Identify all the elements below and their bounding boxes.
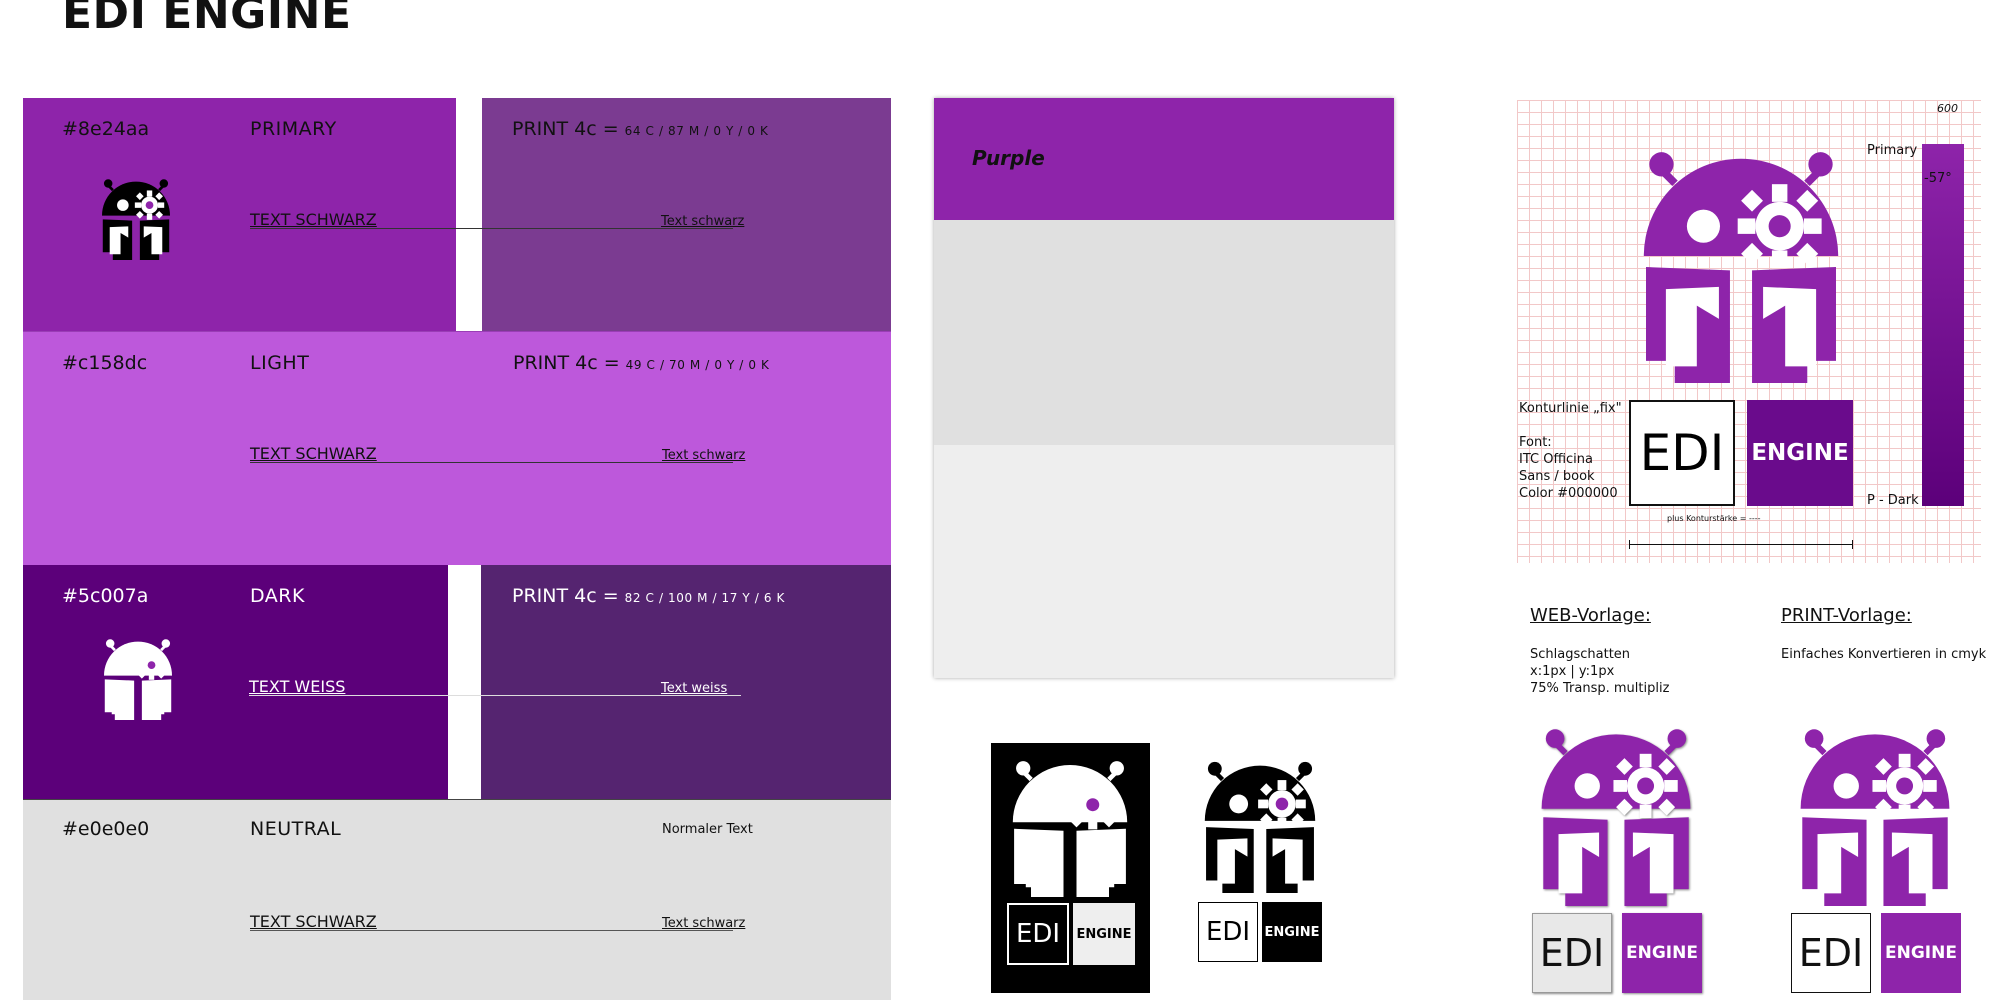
web-logo-engine-box: ENGINE	[1622, 913, 1702, 993]
font-line-3: Color #000000	[1519, 486, 1618, 501]
dark-text-small: Text weiss	[661, 681, 728, 696]
spec-grid-panel: 600 .hole{fill:#fff}.core{fill:#8e24aa} …	[1517, 100, 1981, 563]
robot-reader-logo-icon: .hole{fill:#fff}.core{fill:#8e24aa}	[1627, 140, 1855, 383]
primary-text-small: Text schwarz	[661, 214, 745, 229]
swatch-row-primary: #8e24aa PRIMARY PRINT 4c = 64 C / 87 M /…	[23, 98, 891, 331]
logo-engine-box: ENGINE	[1073, 903, 1135, 965]
primary-print: PRINT 4c = 64 C / 87 M / 0 Y / 0 K	[512, 118, 769, 142]
dark-print: PRINT 4c = 82 C / 100 M / 17 Y / 6 K	[512, 585, 785, 609]
page-title: EDI ENGINE	[62, 0, 352, 39]
font-line-0: Font:	[1519, 435, 1552, 450]
neutral-hex: #e0e0e0	[62, 818, 150, 840]
dark-hex: #5c007a	[62, 585, 149, 607]
light-text-small: Text schwarz	[662, 448, 746, 463]
contour-label: Konturlinie „fix"	[1519, 401, 1622, 416]
logo-engine-box: ENGINE	[1262, 902, 1322, 962]
primary-text-label: TEXT SCHWARZ	[250, 210, 377, 229]
measure-tick-right	[1852, 540, 1853, 549]
web-template-line-0: Schlagschatten	[1530, 647, 1631, 662]
mockup-bottom	[934, 445, 1394, 678]
primary-label: Primary	[1867, 143, 1918, 158]
logo-edi-box: EDI	[1629, 400, 1735, 506]
mockup-header-label: Purple	[972, 146, 1045, 170]
neutral-rule	[250, 930, 733, 931]
mockup-header: Purple	[934, 98, 1394, 220]
primary-print-prefix: PRINT 4c =	[512, 118, 619, 140]
robot-reader-logo-icon: .hole{fill:#fff}.core{fill:#8e24aa}	[1530, 720, 1702, 906]
web-template-line-1: x:1px | y:1px	[1530, 664, 1615, 679]
dark-gap	[448, 565, 481, 799]
print-template-line-0: Einfaches Konvertieren in cmyk	[1781, 647, 1987, 662]
light-print-values: 49 C / 70 M / 0 Y / 0 K	[625, 358, 770, 372]
dark-print-prefix: PRINT 4c =	[512, 585, 619, 607]
web-logo-edi-box: EDI	[1532, 913, 1612, 993]
dark-label: P - Dark	[1867, 493, 1919, 508]
dark-name: DARK	[250, 585, 305, 607]
swatch-row-dark: #5c007a DARK PRINT 4c = 82 C / 100 M / 1…	[23, 565, 891, 799]
primary-name: PRIMARY	[250, 118, 337, 140]
logo-card-black: .hole{fill:#000}.core{fill:#fff} EDI ENG…	[991, 743, 1150, 993]
print-logo-engine-box: ENGINE	[1881, 913, 1961, 993]
logo-edi-box: EDI	[1198, 902, 1258, 962]
light-print-prefix: PRINT 4c =	[513, 352, 620, 374]
light-text-label: TEXT SCHWARZ	[250, 444, 377, 463]
measure-line	[1629, 544, 1853, 545]
logo-engine-box: ENGINE	[1747, 400, 1853, 506]
swatch-row-neutral: #e0e0e0 NEUTRAL Normaler Text TEXT SCHWA…	[23, 799, 891, 1000]
print-logo-edi-box: EDI	[1791, 913, 1871, 993]
robot-reader-logo-icon: .hole{fill:#5c007a}.core{fill:#fff}	[99, 635, 177, 720]
dark-text-label: TEXT WEISS	[249, 677, 346, 696]
swatch-row-light: #c158dc LIGHT PRINT 4c = 49 C / 70 M / 0…	[23, 331, 891, 565]
neutral-text-label: TEXT SCHWARZ	[250, 912, 377, 931]
primary-gap	[456, 98, 482, 331]
plus-label: plus Konturstärke = ----	[1667, 514, 1761, 523]
mockup-middle	[934, 220, 1394, 445]
gradient-bar	[1922, 144, 1964, 506]
dark-print-values: 82 C / 100 M / 17 Y / 6 K	[624, 591, 785, 605]
neutral-text-top: Normaler Text	[662, 822, 753, 837]
light-rule	[250, 462, 733, 463]
neutral-text-small: Text schwarz	[662, 916, 746, 931]
robot-reader-logo-icon: .hole{fill:#000}.core{fill:#fff}	[1005, 753, 1135, 898]
purple-mockup: Purple	[934, 98, 1394, 678]
angle-label: -57°	[1924, 171, 1952, 186]
font-line-1: ITC Officina	[1519, 452, 1593, 467]
web-template-heading: WEB-Vorlage:	[1530, 605, 1651, 626]
primary-hex: #8e24aa	[62, 118, 150, 140]
logo-card-white: .hole{fill:#fff}.core{fill:#000} EDI ENG…	[1195, 755, 1325, 967]
robot-reader-logo-icon: .hole{fill:#fff}.core{fill:#000}	[1195, 755, 1325, 893]
logo-edi-box: EDI	[1007, 903, 1069, 965]
robot-reader-logo-icon: .hole{fill:#8e24aa}.core{fill:#000}	[97, 175, 175, 260]
light-hex: #c158dc	[62, 352, 148, 374]
grid-number: 600	[1937, 102, 1958, 115]
light-print: PRINT 4c = 49 C / 70 M / 0 Y / 0 K	[513, 352, 770, 376]
web-template-line-2: 75% Transp. multipliz	[1530, 681, 1670, 696]
print-template-heading: PRINT-Vorlage:	[1781, 605, 1912, 626]
measure-tick-left	[1629, 540, 1630, 549]
font-line-2: Sans / book	[1519, 469, 1595, 484]
light-name: LIGHT	[250, 352, 310, 374]
primary-print-values: 64 C / 87 M / 0 Y / 0 K	[624, 124, 769, 138]
robot-reader-logo-icon: .hole{fill:#fff}.core{fill:#8e24aa}	[1789, 720, 1961, 906]
neutral-name: NEUTRAL	[250, 818, 342, 840]
